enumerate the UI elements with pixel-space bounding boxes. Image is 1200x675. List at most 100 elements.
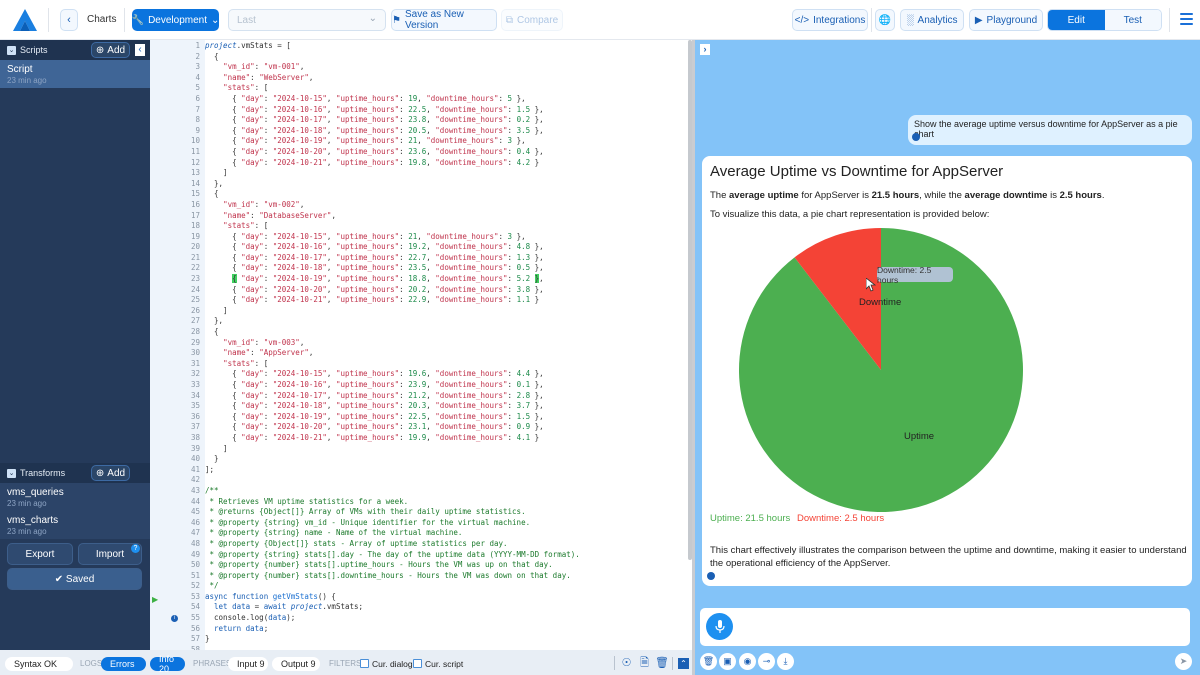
code-line[interactable]: 46 * @property {string} vm_id - Unique i… xyxy=(150,518,580,529)
code-line[interactable]: 4 "name": "WebServer", xyxy=(150,73,580,84)
add-transform-button[interactable]: ⊕ Add xyxy=(91,465,130,481)
code-line[interactable]: 56 return data; xyxy=(150,624,580,635)
code-line[interactable]: 20 { "day": "2024-10-16", "uptime_hours"… xyxy=(150,242,580,253)
playground-button[interactable]: ▶ Playground xyxy=(969,9,1043,31)
export-button[interactable]: Export xyxy=(7,543,73,565)
errors-filter[interactable]: Errors xyxy=(101,657,146,671)
code-line[interactable]: 40 } xyxy=(150,454,580,465)
tab-edit[interactable]: Edit xyxy=(1048,10,1105,30)
code-line[interactable]: 5 "stats": [ xyxy=(150,83,580,94)
saved-button[interactable]: ✔ Saved xyxy=(7,568,142,590)
key-button[interactable]: ⊸ xyxy=(758,653,775,670)
code-editor[interactable]: 1 project.vmStats = [2 {3 "vm_id": "vm-00… xyxy=(150,40,690,650)
environment-dropdown[interactable]: 🔧 Development ⌄ xyxy=(132,9,219,31)
edit-message-icon[interactable] xyxy=(912,133,920,141)
integrations-button[interactable]: </> Integrations xyxy=(792,9,868,31)
cur-dialog-checkbox[interactable] xyxy=(360,659,369,668)
code-line[interactable]: 52 */ xyxy=(150,581,580,592)
microphone-button[interactable] xyxy=(706,613,733,640)
collapse-chat-button[interactable]: › xyxy=(700,44,710,55)
code-line[interactable]: 42 xyxy=(150,475,580,486)
download-button[interactable]: ⤓ xyxy=(777,653,794,670)
chevron-up-icon[interactable]: ⌃ xyxy=(678,658,689,669)
screenshot-button[interactable]: ▣ xyxy=(719,653,736,670)
code-line[interactable]: 25 { "day": "2024-10-21", "uptime_hours"… xyxy=(150,295,580,306)
code-line[interactable]: 30 "name": "AppServer", xyxy=(150,348,580,359)
code-line[interactable]: 54 let data = await project.vmStats; xyxy=(150,602,580,613)
globe-button[interactable]: 🌐 xyxy=(875,9,895,31)
code-line[interactable]: 44 * Retrieves VM uptime statistics for … xyxy=(150,497,580,508)
trash-icon[interactable]: 🗑 xyxy=(655,657,669,670)
breadcrumb-charts[interactable]: Charts xyxy=(87,14,116,25)
code-line[interactable]: 16 "vm_id": "vm-002", xyxy=(150,200,580,211)
code-line[interactable]: 57} xyxy=(150,634,580,645)
code-line[interactable]: 17 "name": "DatabaseServer", xyxy=(150,211,580,222)
tab-test[interactable]: Test xyxy=(1104,10,1161,30)
save-new-version-button[interactable]: ⚑ Save as New Version xyxy=(391,9,497,31)
send-button[interactable]: ➤ xyxy=(1175,653,1192,670)
code-line[interactable]: 45 * @returns {Object[]} Array of VMs wi… xyxy=(150,507,580,518)
code-line[interactable]: 38 { "day": "2024-10-21", "uptime_hours"… xyxy=(150,433,580,444)
version-select[interactable]: Last ⌄ xyxy=(228,9,386,31)
code-line[interactable]: 7 { "day": "2024-10-16", "uptime_hours":… xyxy=(150,105,580,116)
compare-button[interactable]: ⧉ Compare xyxy=(501,9,563,31)
code-line[interactable]: 8 { "day": "2024-10-17", "uptime_hours":… xyxy=(150,115,580,126)
code-line[interactable]: 33 { "day": "2024-10-16", "uptime_hours"… xyxy=(150,380,580,391)
analytics-button[interactable]: ░ Analytics xyxy=(900,9,964,31)
code-line[interactable]: 50 * @property {number} stats[].uptime_h… xyxy=(150,560,580,571)
code-line[interactable]: 6 { "day": "2024-10-15", "uptime_hours":… xyxy=(150,94,580,105)
file-download-icon[interactable]: 🗎 xyxy=(638,657,651,670)
help-icon[interactable]: ? xyxy=(131,544,140,553)
code-line[interactable]: 51 * @property {number} stats[].downtime… xyxy=(150,571,580,582)
code-line[interactable]: 26 ] xyxy=(150,306,580,317)
code-line[interactable]: 14 }, xyxy=(150,179,580,190)
code-line[interactable]: 53 async function getVmStats() { xyxy=(150,592,580,603)
code-line[interactable]: 15 { xyxy=(150,189,580,200)
code-line[interactable]: 13 ] xyxy=(150,168,580,179)
code-line[interactable]: 23 { "day": "2024-10-19", "uptime_hours"… xyxy=(150,274,580,285)
code-content[interactable]: 1 project.vmStats = [2 {3 "vm_id": "vm-00… xyxy=(150,41,580,650)
run-icon[interactable]: ▶ xyxy=(152,595,158,604)
code-line[interactable]: 1 project.vmStats = [ xyxy=(150,41,580,52)
copy-message-icon[interactable] xyxy=(707,572,715,580)
code-line[interactable]: 3 "vm_id": "vm-001", xyxy=(150,62,580,73)
back-button[interactable]: ‹ xyxy=(60,9,78,31)
code-line[interactable]: 36 { "day": "2024-10-19", "uptime_hours"… xyxy=(150,412,580,423)
code-line[interactable]: 41]; xyxy=(150,465,580,476)
script-item[interactable]: Script 23 min ago xyxy=(0,60,150,88)
code-line[interactable]: 18 "stats": [ xyxy=(150,221,580,232)
code-line[interactable]: 27 }, xyxy=(150,316,580,327)
code-line[interactable]: 19 { "day": "2024-10-15", "uptime_hours"… xyxy=(150,232,580,243)
add-script-button[interactable]: ⊕ Add xyxy=(91,42,130,58)
code-line[interactable]: 31 "stats": [ xyxy=(150,359,580,370)
code-line[interactable]: 22 { "day": "2024-10-18", "uptime_hours"… xyxy=(150,263,580,274)
output-phrases[interactable]: Output 9 xyxy=(272,657,320,671)
code-line[interactable]: 55 console.log(data); xyxy=(150,613,580,624)
chat-input[interactable] xyxy=(700,608,1190,646)
code-line[interactable]: 43/** xyxy=(150,486,580,497)
code-line[interactable]: 10 { "day": "2024-10-19", "uptime_hours"… xyxy=(150,136,580,147)
code-line[interactable]: 2 { xyxy=(150,52,580,63)
download-logs-icon[interactable]: ☉ xyxy=(620,657,633,670)
code-line[interactable]: 9 { "day": "2024-10-18", "uptime_hours":… xyxy=(150,126,580,137)
info-filter[interactable]: Info 20 xyxy=(150,654,185,674)
collapse-sidebar-button[interactable]: ‹ xyxy=(135,44,145,56)
code-line[interactable]: 21 { "day": "2024-10-17", "uptime_hours"… xyxy=(150,253,580,264)
code-line[interactable]: 49 * @property {string} stats[].day - Th… xyxy=(150,550,580,561)
transform-item[interactable]: vms_charts 23 min ago xyxy=(0,511,150,539)
inspect-button[interactable]: ◉ xyxy=(739,653,756,670)
code-line[interactable]: 24 { "day": "2024-10-20", "uptime_hours"… xyxy=(150,285,580,296)
code-line[interactable]: 35 { "day": "2024-10-18", "uptime_hours"… xyxy=(150,401,580,412)
code-line[interactable]: 12 { "day": "2024-10-21", "uptime_hours"… xyxy=(150,158,580,169)
code-line[interactable]: 47 * @property {string} name - Name of t… xyxy=(150,528,580,539)
code-line[interactable]: 29 "vm_id": "vm-003", xyxy=(150,338,580,349)
transform-item[interactable]: vms_queries 23 min ago xyxy=(0,483,150,511)
code-line[interactable]: 11 { "day": "2024-10-20", "uptime_hours"… xyxy=(150,147,580,158)
input-phrases[interactable]: Input 9 xyxy=(228,657,268,671)
code-line[interactable]: 28 { xyxy=(150,327,580,338)
code-line[interactable]: 48 * @property {Object[]} stats - Array … xyxy=(150,539,580,550)
cur-script-checkbox[interactable] xyxy=(413,659,422,668)
code-line[interactable]: 34 { "day": "2024-10-17", "uptime_hours"… xyxy=(150,391,580,402)
info-icon[interactable]: i xyxy=(171,615,178,622)
hamburger-menu-icon[interactable] xyxy=(1180,13,1193,28)
